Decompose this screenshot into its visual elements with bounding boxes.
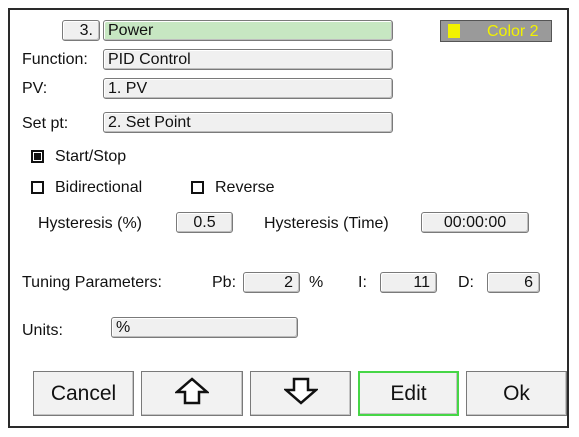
- edit-button[interactable]: Edit: [358, 371, 459, 416]
- down-arrow-icon: [282, 377, 319, 411]
- start-stop-checkbox[interactable]: [31, 150, 44, 163]
- hysteresis-time-label: Hysteresis (Time): [264, 215, 389, 232]
- i-label: I:: [358, 274, 367, 291]
- tuning-label: Tuning Parameters:: [22, 274, 162, 291]
- setpoint-field[interactable]: 2. Set Point: [103, 112, 393, 133]
- color-swatch: [448, 24, 460, 38]
- color-label: Color 2: [487, 23, 539, 40]
- pb-unit-label: %: [309, 274, 324, 291]
- reverse-label: Reverse: [215, 179, 275, 196]
- hysteresis-pct-field[interactable]: 0.5: [176, 212, 233, 233]
- bidirectional-label: Bidirectional: [55, 179, 143, 196]
- pb-field[interactable]: 2: [243, 272, 300, 293]
- units-field[interactable]: %: [111, 317, 298, 338]
- color-select[interactable]: Color 2: [440, 20, 552, 42]
- pb-label: Pb:: [212, 274, 237, 291]
- i-field[interactable]: 11: [380, 272, 437, 293]
- function-field[interactable]: PID Control: [103, 49, 393, 70]
- hysteresis-pct-label: Hysteresis (%): [38, 215, 143, 232]
- units-label: Units:: [22, 322, 63, 339]
- function-label: Function:: [22, 51, 88, 68]
- d-field[interactable]: 6: [487, 272, 540, 293]
- scroll-up-button[interactable]: [141, 371, 243, 416]
- up-arrow-icon: [173, 376, 211, 411]
- hysteresis-time-field[interactable]: 00:00:00: [421, 212, 529, 233]
- pv-label: PV:: [22, 80, 48, 97]
- scroll-down-button[interactable]: [250, 371, 351, 416]
- cancel-button[interactable]: Cancel: [33, 371, 134, 416]
- ok-button[interactable]: Ok: [466, 371, 567, 416]
- start-stop-label: Start/Stop: [55, 148, 127, 165]
- setpoint-label: Set pt:: [22, 115, 69, 132]
- bidirectional-checkbox[interactable]: [31, 181, 44, 194]
- reverse-checkbox[interactable]: [191, 181, 204, 194]
- output-name-field[interactable]: Power: [103, 20, 393, 41]
- pv-field[interactable]: 1. PV: [103, 78, 393, 99]
- output-number-field[interactable]: 3.: [62, 20, 100, 41]
- d-label: D:: [458, 274, 474, 291]
